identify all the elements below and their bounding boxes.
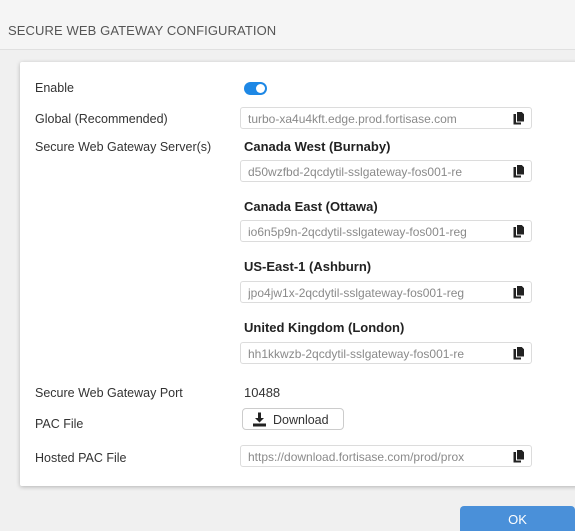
server-host-value: io6n5p9n-2qcdytil-sslgateway-fos001-reg: [248, 225, 467, 239]
dialog-header: SECURE WEB GATEWAY CONFIGURATION: [0, 0, 575, 50]
port-label: Secure Web Gateway Port: [35, 386, 183, 400]
copy-icon[interactable]: [513, 346, 525, 360]
ok-button[interactable]: OK: [460, 506, 575, 531]
copy-icon[interactable]: [513, 111, 525, 125]
copy-icon[interactable]: [513, 164, 525, 178]
enable-toggle[interactable]: [244, 82, 267, 95]
ok-label: OK: [508, 512, 527, 527]
copy-icon[interactable]: [513, 285, 525, 299]
global-label: Global (Recommended): [35, 112, 168, 126]
server-host-field-canada-west[interactable]: d50wzfbd-2qcdytil-sslgateway-fos001-re: [240, 160, 532, 182]
server-region-canada-east: Canada East (Ottawa): [244, 199, 378, 214]
dialog-title: SECURE WEB GATEWAY CONFIGURATION: [8, 23, 277, 38]
copy-icon[interactable]: [513, 224, 525, 238]
server-host-field-united-kingdom[interactable]: hh1kkwzb-2qcdytil-sslgateway-fos001-re: [240, 342, 532, 364]
server-region-us-east-1: US-East-1 (Ashburn): [244, 259, 372, 274]
server-region-united-kingdom: United Kingdom (London): [244, 320, 405, 335]
configuration-panel: Enable Global (Recommended) turbo-xa4u4k…: [20, 62, 575, 486]
global-endpoint-value: turbo-xa4u4kft.edge.prod.fortisase.com: [248, 112, 457, 126]
server-region-canada-west: Canada West (Burnaby): [244, 139, 391, 154]
server-host-field-canada-east[interactable]: io6n5p9n-2qcdytil-sslgateway-fos001-reg: [240, 220, 532, 242]
server-host-value: hh1kkwzb-2qcdytil-sslgateway-fos001-re: [248, 347, 465, 361]
hosted-pac-file-label: Hosted PAC File: [35, 451, 127, 465]
server-host-value: jpo4jw1x-2qcdytil-sslgateway-fos001-reg: [248, 286, 465, 300]
global-endpoint-field[interactable]: turbo-xa4u4kft.edge.prod.fortisase.com: [240, 107, 532, 129]
hosted-pac-file-value: https://download.fortisase.com/prod/prox: [248, 450, 465, 464]
port-value: 10488: [244, 385, 281, 400]
enable-label: Enable: [35, 81, 74, 95]
download-button[interactable]: Download: [242, 408, 344, 430]
pac-file-label: PAC File: [35, 417, 84, 431]
servers-label: Secure Web Gateway Server(s): [35, 140, 212, 154]
copy-icon[interactable]: [513, 449, 525, 463]
download-icon: [253, 412, 266, 427]
server-host-field-us-east-1[interactable]: jpo4jw1x-2qcdytil-sslgateway-fos001-reg: [240, 281, 532, 303]
hosted-pac-file-field[interactable]: https://download.fortisase.com/prod/prox: [240, 445, 532, 467]
server-host-value: d50wzfbd-2qcdytil-sslgateway-fos001-re: [248, 165, 463, 179]
toggle-knob: [256, 84, 265, 93]
download-label: Download: [273, 413, 329, 427]
